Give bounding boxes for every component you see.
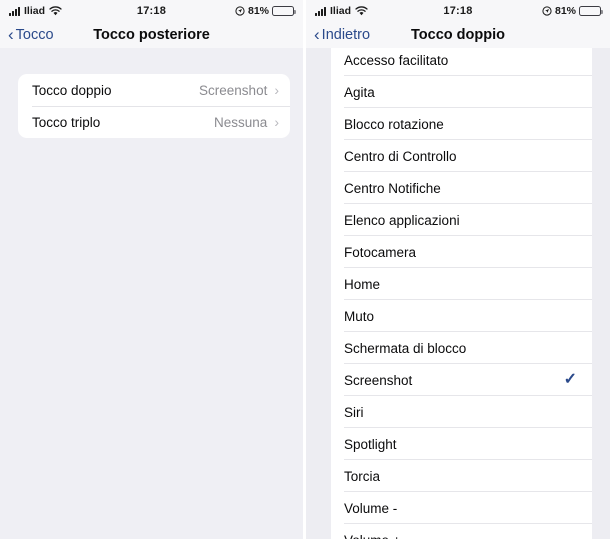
list-item-label: Accesso facilitato — [344, 52, 449, 68]
right-content-area: Accesso facilitato✓Agita✓Blocco rotazion… — [306, 48, 610, 539]
location-arrow-icon — [235, 6, 245, 16]
chevron-left-icon: ‹ — [314, 25, 320, 44]
list-item-label: Schermata di blocco — [344, 340, 467, 356]
list-item[interactable]: Volume -✓ — [331, 492, 592, 524]
status-bar-right-group: 81% — [235, 5, 296, 17]
list-item-label: Agita — [344, 84, 375, 100]
signal-bars-icon — [315, 6, 326, 16]
list-item-label: Blocco rotazione — [344, 116, 444, 132]
left-phone-screen: Iliad 17:18 81% ‹ Tocco Tocco posteriore… — [0, 0, 303, 539]
setting-label: Tocco doppio — [32, 82, 112, 98]
list-item-label: Screenshot — [344, 372, 413, 388]
chevron-right-icon: › — [274, 82, 279, 98]
dual-screenshot-canvas: Iliad 17:18 81% ‹ Tocco Tocco posteriore… — [0, 0, 610, 539]
battery-icon — [272, 5, 296, 17]
list-item[interactable]: Siri✓ — [331, 396, 592, 428]
back-button-label: Indietro — [321, 27, 371, 43]
checkmark-icon: ✓ — [563, 371, 577, 388]
list-item[interactable]: Schermata di blocco✓ — [331, 332, 592, 364]
list-item-label: Volume + — [344, 533, 401, 539]
chevron-left-icon: ‹ — [8, 25, 14, 44]
wifi-icon — [355, 6, 368, 16]
right-phone-screen: Iliad 17:18 81% ‹ Indietro Tocco doppio … — [306, 0, 610, 539]
left-nav-bar: ‹ Tocco Tocco posteriore — [0, 22, 303, 48]
action-options-list[interactable]: Accesso facilitato✓Agita✓Blocco rotazion… — [331, 48, 592, 539]
list-item[interactable]: Blocco rotazione✓ — [331, 108, 592, 140]
list-item-label: Centro di Controllo — [344, 148, 457, 164]
setting-value: Nessuna — [214, 114, 268, 130]
list-item-label: Home — [344, 276, 381, 292]
list-item-label: Spotlight — [344, 436, 397, 452]
list-item[interactable]: Centro Notifiche✓ — [331, 172, 592, 204]
list-item-label: Volume - — [344, 500, 398, 516]
status-bar-right-group: 81% — [542, 5, 603, 17]
list-item-label: Siri — [344, 404, 364, 420]
carrier-label: Iliad — [330, 5, 352, 17]
list-item-label: Fotocamera — [344, 244, 417, 260]
left-content-area: Tocco doppio Screenshot › Tocco triplo N… — [0, 48, 303, 539]
signal-bars-icon — [9, 6, 20, 16]
setting-row-double-tap[interactable]: Tocco doppio Screenshot › — [18, 74, 290, 106]
chevron-right-icon: › — [274, 114, 279, 130]
back-button-label: Tocco — [15, 27, 54, 43]
right-status-bar: Iliad 17:18 81% — [306, 0, 610, 22]
right-nav-bar: ‹ Indietro Tocco doppio — [306, 22, 610, 48]
list-item[interactable]: Home✓ — [331, 268, 592, 300]
setting-label: Tocco triplo — [32, 114, 101, 130]
battery-icon — [579, 5, 603, 17]
list-item[interactable]: Fotocamera✓ — [331, 236, 592, 268]
list-item[interactable]: Screenshot ✓ — [331, 364, 592, 396]
battery-percent-label: 81% — [554, 5, 576, 17]
list-item[interactable]: Torcia✓ — [331, 460, 592, 492]
back-button[interactable]: ‹ Tocco — [8, 25, 54, 44]
list-item[interactable]: Centro di Controllo✓ — [331, 140, 592, 172]
settings-card: Tocco doppio Screenshot › Tocco triplo N… — [18, 74, 290, 138]
status-bar-left-group: Iliad — [315, 5, 368, 17]
back-button[interactable]: ‹ Indietro — [314, 25, 371, 44]
setting-row-accessory: Nessuna › — [214, 115, 279, 130]
list-item[interactable]: Spotlight✓ — [331, 428, 592, 460]
list-item[interactable]: Volume +✓ — [331, 524, 592, 539]
list-item-label: Muto — [344, 308, 375, 324]
setting-value: Screenshot — [199, 82, 268, 98]
wifi-icon — [49, 6, 62, 16]
list-item-label: Centro Notifiche — [344, 180, 441, 196]
list-item-label: Elenco applicazioni — [344, 212, 460, 228]
status-bar-left-group: Iliad — [9, 5, 62, 17]
left-status-bar: Iliad 17:18 81% — [0, 0, 303, 22]
list-item[interactable]: Elenco applicazioni✓ — [331, 204, 592, 236]
location-arrow-icon — [542, 6, 552, 16]
battery-percent-label: 81% — [247, 5, 269, 17]
options-container: Accesso facilitato✓Agita✓Blocco rotazion… — [331, 48, 592, 539]
carrier-label: Iliad — [24, 5, 46, 17]
setting-row-accessory: Screenshot › — [199, 83, 279, 98]
list-item[interactable]: Agita✓ — [331, 76, 592, 108]
list-item[interactable]: Accesso facilitato✓ — [331, 48, 592, 76]
list-item-label: Torcia — [344, 468, 381, 484]
setting-row-triple-tap[interactable]: Tocco triplo Nessuna › — [18, 106, 290, 138]
list-item[interactable]: Muto✓ — [331, 300, 592, 332]
